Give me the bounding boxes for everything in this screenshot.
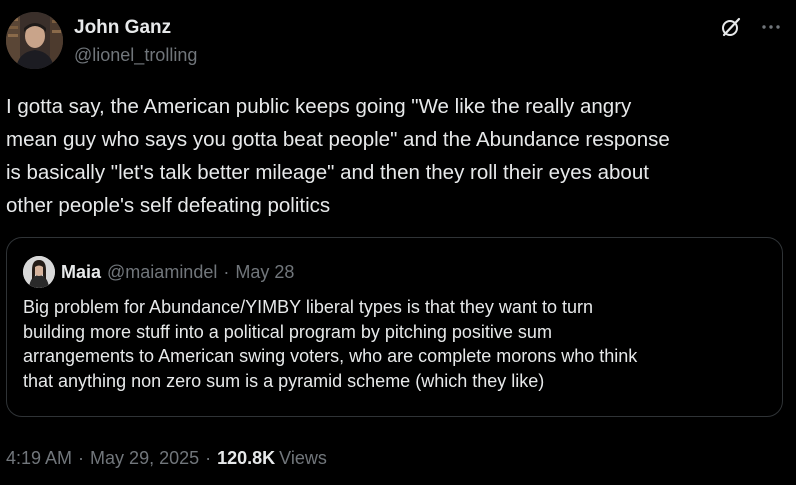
tweet-header: John Ganz @lionel_trolling: [6, 12, 790, 70]
author-handle[interactable]: @lionel_trolling: [74, 42, 197, 68]
quote-text: Big problem for Abundance/YIMBY liberal …: [23, 297, 638, 391]
quote-separator: ·: [223, 261, 230, 282]
meta-separator: ·: [78, 448, 85, 468]
grok-icon[interactable]: [718, 14, 744, 40]
quote-avatar[interactable]: [23, 256, 55, 288]
author-display-name[interactable]: John Ganz: [74, 16, 197, 40]
quoted-tweet[interactable]: Maia @maiamindel · May 28 Big problem fo…: [6, 237, 783, 417]
quote-header: Maia @maiamindel · May 28: [23, 256, 294, 288]
top-actions: [718, 14, 784, 40]
tweet-time[interactable]: 4:19 AM: [6, 446, 72, 470]
tweet-date[interactable]: May 29, 2025: [90, 446, 199, 470]
more-icon[interactable]: [758, 14, 784, 40]
quote-display-name[interactable]: Maia: [61, 262, 101, 283]
views-label: Views: [279, 448, 327, 468]
views-count: 120.8K: [217, 448, 276, 468]
tweet-text: I gotta say, the American public keeps g…: [6, 95, 670, 217]
tweet-meta: 4:19 AM · May 29, 2025 · 120.8K Views: [6, 446, 327, 470]
quote-date[interactable]: May 28: [235, 262, 294, 283]
quote-handle[interactable]: @maiamindel: [107, 262, 217, 283]
author-avatar[interactable]: [6, 12, 63, 69]
author-names: John Ganz @lionel_trolling: [74, 16, 197, 68]
meta-separator: ·: [205, 448, 212, 468]
